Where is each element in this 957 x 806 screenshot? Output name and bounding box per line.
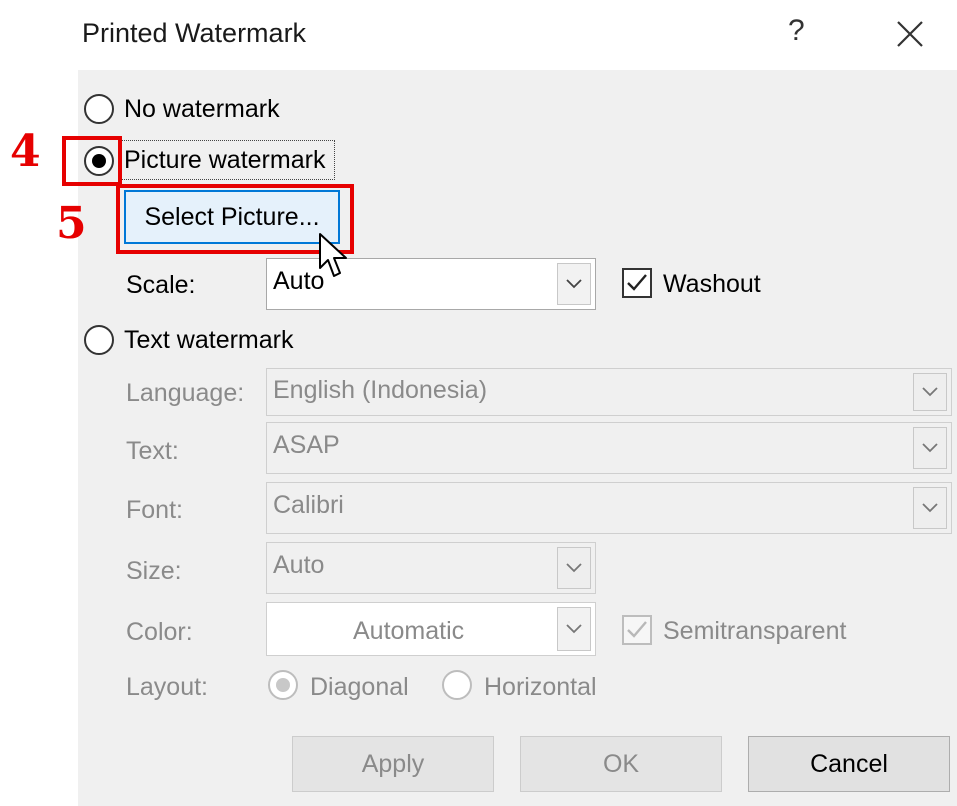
ok-button: OK: [520, 736, 722, 792]
text-label: Text:: [126, 437, 179, 465]
text-watermark-radio[interactable]: [84, 325, 114, 355]
size-combo: Auto: [266, 542, 596, 594]
text-value: ASAP: [273, 431, 340, 459]
washout-checkbox[interactable]: [622, 268, 652, 298]
diagonal-radio: [268, 670, 298, 700]
horizontal-radio: [442, 670, 472, 700]
apply-button: Apply: [292, 736, 494, 792]
horizontal-label: Horizontal: [484, 673, 597, 701]
font-value: Calibri: [273, 491, 344, 519]
annotation-number-step5: 5: [56, 198, 87, 249]
no-watermark-label[interactable]: No watermark: [124, 95, 280, 124]
chevron-down-icon: [913, 487, 947, 529]
chevron-down-icon: [913, 427, 947, 469]
washout-label[interactable]: Washout: [663, 270, 761, 299]
text-watermark-label[interactable]: Text watermark: [124, 326, 293, 355]
language-value: English (Indonesia): [273, 376, 488, 404]
scale-combo[interactable]: Auto: [266, 258, 596, 310]
help-icon[interactable]: ?: [788, 14, 805, 48]
semitransparent-checkbox: [622, 615, 652, 645]
no-watermark-radio[interactable]: [84, 94, 114, 124]
mouse-cursor-icon: [318, 232, 352, 287]
picture-watermark-label[interactable]: Picture watermark: [124, 146, 325, 175]
font-label: Font:: [126, 496, 183, 524]
chevron-down-icon: [557, 547, 591, 589]
chevron-down-icon: [913, 373, 947, 411]
scale-label: Scale:: [126, 271, 196, 299]
color-value: Automatic: [353, 617, 465, 645]
chevron-down-icon[interactable]: [557, 263, 591, 305]
font-combo: Calibri: [266, 482, 952, 534]
chevron-down-icon: [557, 607, 591, 651]
language-combo: English (Indonesia): [266, 368, 952, 416]
dialog-title: Printed Watermark: [82, 18, 307, 48]
annotation-number-step4: 4: [10, 126, 41, 177]
color-combo: Automatic: [266, 602, 596, 656]
scale-value: Auto: [273, 267, 325, 295]
size-value: Auto: [273, 551, 325, 579]
semitransparent-label: Semitransparent: [663, 617, 847, 645]
language-label: Language:: [126, 379, 245, 407]
diagonal-label: Diagonal: [310, 673, 409, 701]
text-combo: ASAP: [266, 422, 952, 474]
layout-label: Layout:: [126, 673, 209, 701]
size-label: Size:: [126, 557, 182, 585]
color-label: Color:: [126, 618, 193, 646]
cancel-button[interactable]: Cancel: [748, 736, 950, 792]
annotation-box-step4: [62, 136, 122, 186]
close-icon[interactable]: [894, 18, 926, 50]
